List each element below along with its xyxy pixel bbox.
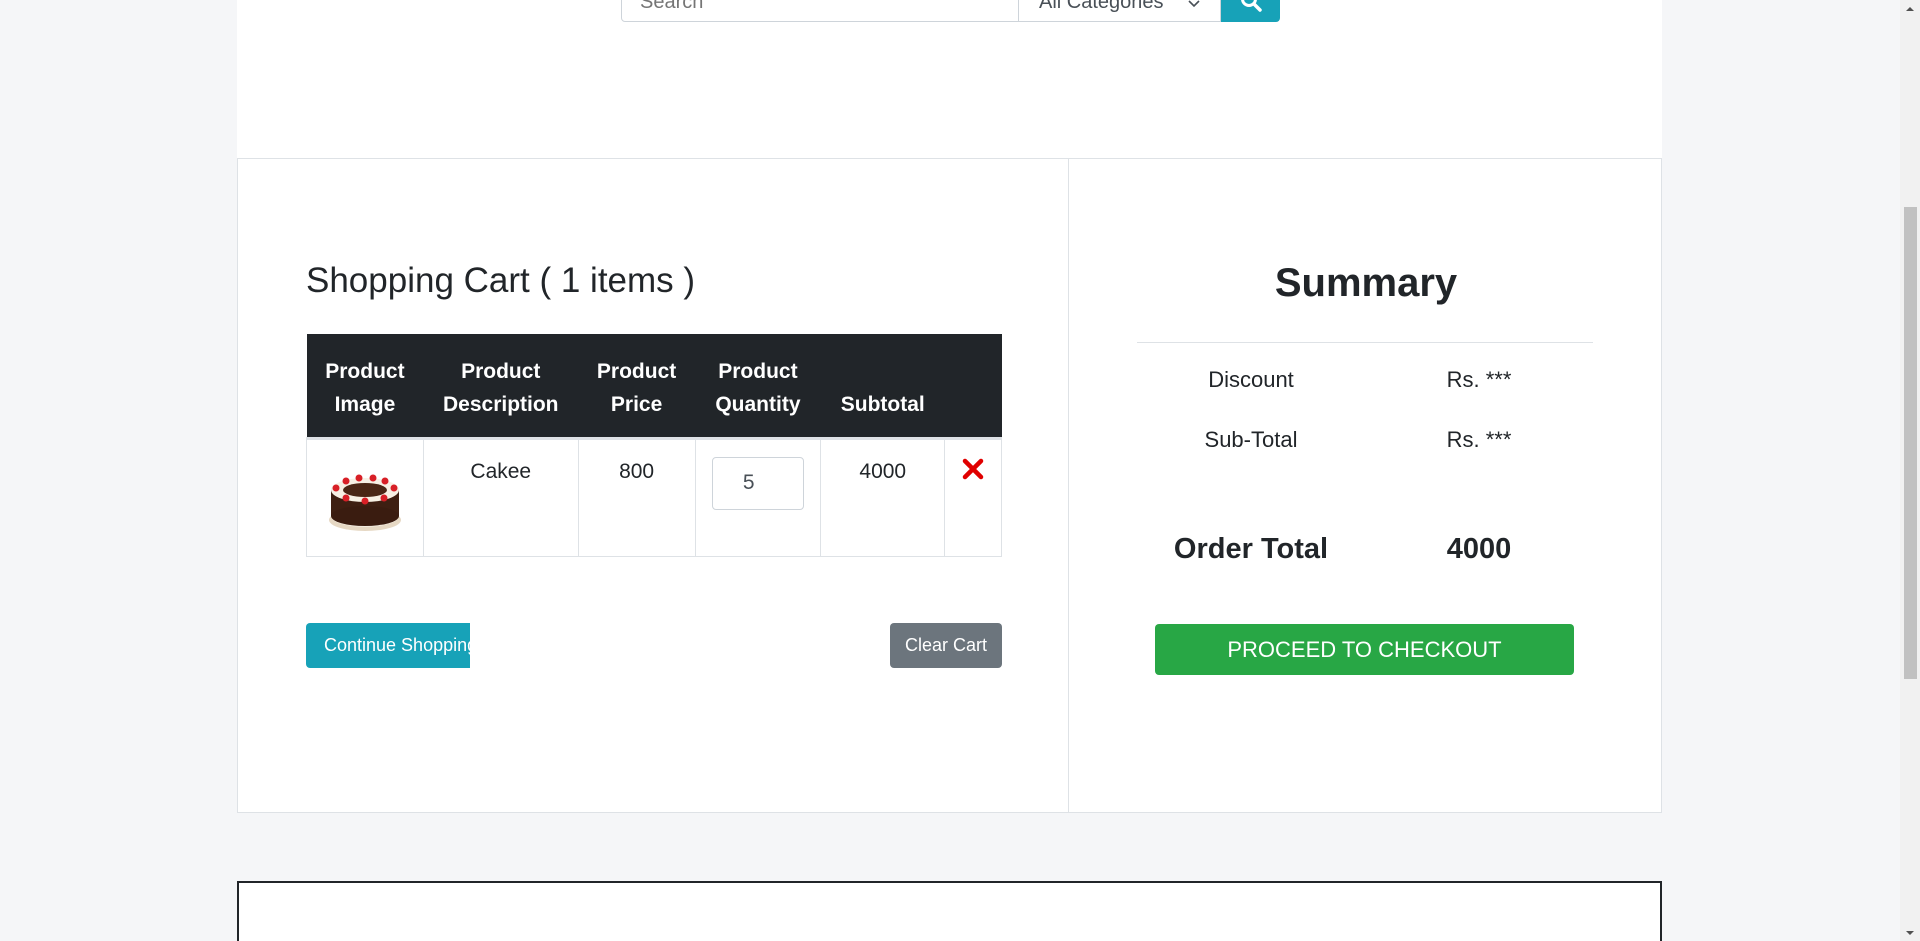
clear-cart-button[interactable]: Clear Cart [890, 623, 1002, 668]
cell-product-quantity [694, 437, 822, 557]
cell-remove [944, 437, 1002, 557]
continue-shopping-button[interactable]: Continue Shopping [306, 623, 470, 668]
header-product-image: Product Image [306, 334, 424, 440]
category-select-value: All Categories [1039, 0, 1164, 13]
category-select[interactable]: All Categories [1019, 0, 1221, 22]
proceed-to-checkout-button[interactable]: PROCEED TO CHECKOUT [1155, 624, 1574, 675]
page-container: All Categories Shopping Cart ( 1 items )… [237, 0, 1662, 941]
scrollbar-thumb[interactable] [1904, 207, 1917, 679]
summary-title: Summary [1274, 261, 1458, 305]
chevron-down-icon [1188, 0, 1200, 14]
cart-table-header: Product Image Product Description Produc… [306, 334, 1002, 440]
header-panel: All Categories [237, 0, 1662, 158]
header-product-description: Product Description [423, 334, 579, 440]
footer-panel [237, 881, 1662, 941]
search-bar: All Categories [621, 0, 1280, 22]
subtotal-label: Sub-Total [1204, 427, 1298, 452]
search-input[interactable] [621, 0, 1019, 22]
shopping-cart-panel: Shopping Cart ( 1 items ) Product Image … [237, 158, 1069, 813]
scroll-down-arrow-icon[interactable] [1900, 924, 1920, 941]
discount-value: Rs. *** [1446, 367, 1512, 392]
cell-product-description: Cakee [422, 437, 579, 557]
header-product-price: Product Price [578, 334, 696, 440]
quantity-input[interactable] [711, 456, 804, 510]
cell-product-image [306, 437, 424, 557]
vertical-scrollbar[interactable] [1900, 0, 1920, 941]
header-product-quantity: Product Quantity [695, 334, 821, 440]
summary-panel: Summary Discount Rs. *** Sub-Total Rs. *… [1068, 158, 1662, 813]
close-x-icon[interactable] [962, 458, 984, 486]
search-icon [1240, 0, 1262, 15]
cell-subtotal: 4000 [820, 437, 946, 557]
summary-row-subtotal: Sub-Total Rs. *** [1137, 427, 1593, 453]
summary-row-discount: Discount Rs. *** [1137, 367, 1593, 393]
divider [1137, 342, 1593, 343]
header-remove [944, 334, 1002, 440]
order-total-value: 4000 [1446, 533, 1512, 565]
cart-title: Shopping Cart ( 1 items ) [306, 261, 696, 300]
scroll-up-arrow-icon[interactable] [1900, 0, 1920, 17]
order-total-label: Order Total [1173, 533, 1329, 565]
cell-product-price: 800 [577, 437, 696, 557]
cake-image [326, 464, 404, 540]
header-subtotal: Subtotal [820, 334, 945, 440]
cart-table: Product Image Product Description Produc… [306, 334, 1002, 557]
table-row: Cakee 800 4000 [306, 437, 1002, 557]
subtotal-value: Rs. *** [1446, 427, 1512, 452]
summary-row-total: Order Total 4000 [1137, 533, 1593, 566]
discount-label: Discount [1208, 367, 1294, 392]
search-button[interactable] [1221, 0, 1280, 22]
